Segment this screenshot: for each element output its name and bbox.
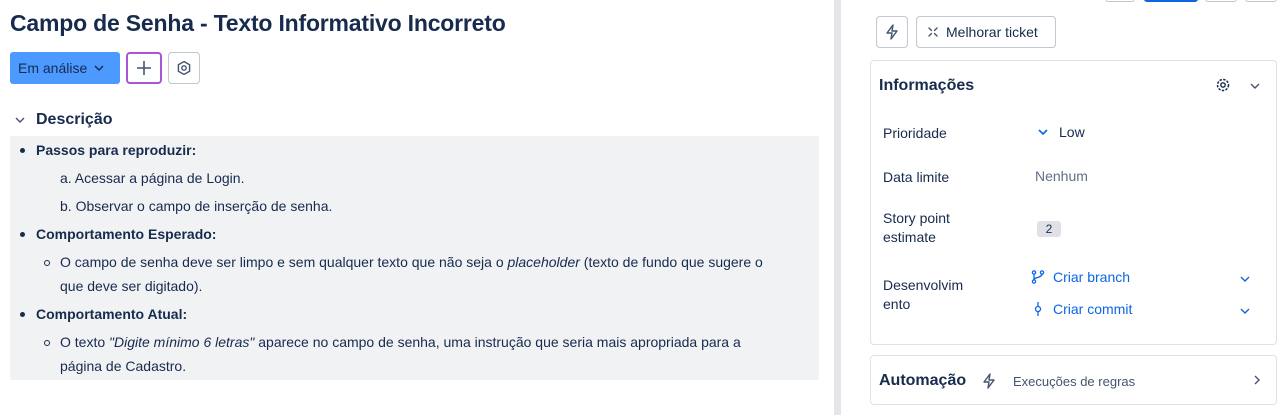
bullet <box>20 312 25 317</box>
due-date-label: Data limite <box>883 169 950 185</box>
bullet <box>20 232 25 237</box>
commit-icon <box>1034 302 1042 316</box>
chevron-down-icon <box>15 117 25 123</box>
status-dropdown-button[interactable]: Em análise <box>10 52 120 84</box>
top-button[interactable] <box>1105 0 1135 2</box>
development-label: Desenvolvim ento <box>883 277 964 312</box>
top-button[interactable] <box>1245 0 1277 2</box>
automation-heading: Automação <box>879 372 967 389</box>
issue-title[interactable]: Campo de Senha - Texto Informativo Incor… <box>10 10 506 37</box>
expected-text-line: que deve ser digitado). <box>60 278 203 294</box>
bullet <box>20 148 25 153</box>
description-heading: Descrição <box>36 111 113 128</box>
automation-card[interactable]: Automação Execuções de regras <box>870 355 1277 405</box>
sub-bullet <box>44 340 50 346</box>
expected-text-line: O campo de senha deve ser limpo e sem qu… <box>60 254 763 270</box>
issue-main: Campo de Senha - Texto Informativo Incor… <box>0 0 834 415</box>
status-label: Em análise <box>18 60 88 76</box>
improve-ticket-button[interactable]: Melhorar ticket <box>916 16 1056 48</box>
sparkle-icon <box>928 27 938 37</box>
hexagon-settings-icon <box>177 60 191 76</box>
due-date-value[interactable]: Nenhum <box>1035 168 1088 184</box>
priority-field[interactable]: Low <box>1037 124 1085 140</box>
actual-text-line: O texto "Digite mínimo 6 letras" aparece… <box>60 334 741 350</box>
bolt-icon <box>886 24 898 40</box>
chevron-down-icon <box>94 65 104 72</box>
description-body[interactable]: Passos para reproduzir: a. Acessar a pág… <box>10 136 819 380</box>
panel-resize-handle[interactable] <box>834 0 841 415</box>
rule-executions-label: Execuções de regras <box>1013 374 1136 389</box>
bolt-icon <box>983 373 995 389</box>
top-button[interactable] <box>1205 0 1237 2</box>
create-branch-link[interactable]: Criar branch <box>1031 269 1130 285</box>
add-button[interactable] <box>126 52 162 84</box>
priority-value: Low <box>1059 124 1085 140</box>
branch-icon <box>1031 270 1045 284</box>
plus-icon <box>137 61 151 75</box>
create-commit-link[interactable]: Criar commit <box>1031 301 1132 317</box>
details-panel: Melhorar ticket Informações Prioridade L… <box>841 0 1281 415</box>
actual-heading: Comportamento Atual: <box>36 306 188 322</box>
priority-low-icon <box>1038 129 1048 136</box>
story-point-value[interactable]: 2 <box>1037 221 1061 237</box>
create-branch-label: Criar branch <box>1053 269 1131 285</box>
gear-icon[interactable] <box>1214 76 1232 94</box>
improve-ticket-label: Melhorar ticket <box>946 24 1038 40</box>
actions-button[interactable] <box>876 16 908 48</box>
chevron-down-icon[interactable] <box>1239 305 1251 317</box>
details-heading: Informações <box>879 77 975 94</box>
step-item: b. Observar o campo de inserção de senha… <box>60 198 333 214</box>
step-item: a. Acessar a página de Login. <box>60 170 245 186</box>
steps-heading: Passos para reproduzir: <box>36 142 197 158</box>
chevron-down-icon[interactable] <box>1249 80 1261 92</box>
actual-text-line: página de Cadastro. <box>60 358 187 374</box>
story-point-label: Story point estimate <box>883 210 950 245</box>
description-toggle[interactable]: Descrição <box>14 111 113 129</box>
priority-label: Prioridade <box>883 125 947 141</box>
create-commit-label: Criar commit <box>1053 301 1133 317</box>
sub-bullet <box>44 260 50 266</box>
top-button-selected[interactable] <box>1144 0 1198 2</box>
expected-heading: Comportamento Esperado: <box>36 226 217 242</box>
details-card: Informações Prioridade Low Data limite N… <box>870 60 1277 345</box>
chevron-right-icon <box>1254 375 1260 385</box>
apps-button[interactable] <box>168 52 200 84</box>
chevron-down-icon[interactable] <box>1239 273 1251 285</box>
